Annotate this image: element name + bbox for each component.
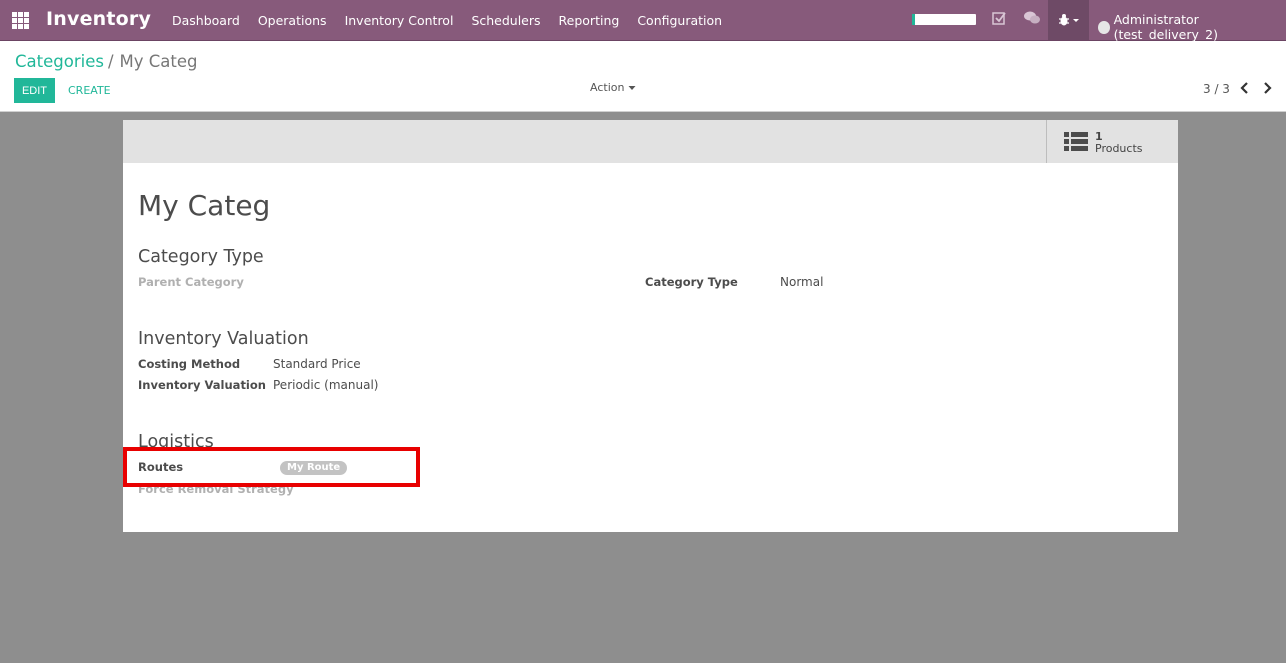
- costing-method-label: Costing Method: [138, 357, 241, 371]
- bug-icon: [1058, 14, 1079, 26]
- apps-menu-icon[interactable]: [12, 12, 29, 29]
- record-title: My Categ: [138, 189, 271, 222]
- menu-item-configuration[interactable]: Configuration: [628, 13, 731, 28]
- products-label: Products: [1095, 142, 1143, 155]
- activity-check-icon[interactable]: [992, 11, 1007, 30]
- menu-item-reporting[interactable]: Reporting: [550, 13, 629, 28]
- user-name: Administrator (test_delivery_2): [1113, 12, 1218, 42]
- section-inventory-valuation-heading: Inventory Valuation: [138, 329, 309, 349]
- main-menu: Dashboard Operations Inventory Control S…: [163, 0, 731, 40]
- list-icon: [1064, 132, 1088, 151]
- breadcrumb-separator: /: [107, 52, 114, 71]
- pager-next-button[interactable]: [1263, 80, 1273, 98]
- create-button[interactable]: CREATE: [68, 84, 111, 97]
- caret-down-icon: [628, 86, 636, 90]
- progress-bar[interactable]: [912, 14, 976, 25]
- control-panel: Categories / My Categ EDIT CREATE Action 3…: [0, 41, 1286, 112]
- category-type-label: Category Type: [645, 275, 738, 289]
- user-menu[interactable]: Administrator (test_delivery_2): [1098, 12, 1286, 42]
- button-box: 1 Products: [123, 120, 1178, 163]
- chat-icon[interactable]: [1024, 11, 1040, 29]
- debug-menu-button[interactable]: [1048, 0, 1089, 40]
- menu-item-schedulers[interactable]: Schedulers: [462, 13, 549, 28]
- inventory-valuation-label: Inventory Valuation: [138, 378, 266, 392]
- action-label: Action: [590, 81, 625, 94]
- breadcrumb: Categories / My Categ: [15, 52, 197, 71]
- caret-down-icon: [1072, 19, 1079, 22]
- products-smart-button[interactable]: 1 Products: [1046, 120, 1178, 163]
- edit-button[interactable]: EDIT: [14, 78, 55, 103]
- inventory-valuation-value: Periodic (manual): [273, 378, 379, 392]
- costing-method-value: Standard Price: [273, 357, 361, 371]
- chevron-right-icon: [1264, 82, 1272, 94]
- top-navbar: Inventory Dashboard Operations Inventory…: [0, 0, 1286, 42]
- app-title: Inventory: [46, 8, 152, 30]
- avatar: [1098, 20, 1110, 34]
- chevron-left-icon: [1240, 82, 1248, 94]
- progress-fill: [912, 14, 916, 25]
- breadcrumb-current: My Categ: [119, 52, 198, 71]
- breadcrumb-categories-link[interactable]: Categories: [15, 52, 104, 71]
- pager-previous-button[interactable]: [1239, 80, 1249, 98]
- parent-category-label: Parent Category: [138, 275, 244, 289]
- menu-item-inventory-control[interactable]: Inventory Control: [336, 13, 463, 28]
- form-sheet: 1 Products My Categ Category Type Parent…: [123, 120, 1178, 532]
- pager-value[interactable]: 3 / 3: [1203, 82, 1230, 96]
- menu-item-dashboard[interactable]: Dashboard: [163, 13, 249, 28]
- category-type-value: Normal: [780, 275, 824, 289]
- highlight-box: [123, 447, 420, 487]
- section-category-type-heading: Category Type: [138, 247, 264, 267]
- menu-item-operations[interactable]: Operations: [249, 13, 336, 28]
- action-dropdown[interactable]: Action: [590, 81, 636, 94]
